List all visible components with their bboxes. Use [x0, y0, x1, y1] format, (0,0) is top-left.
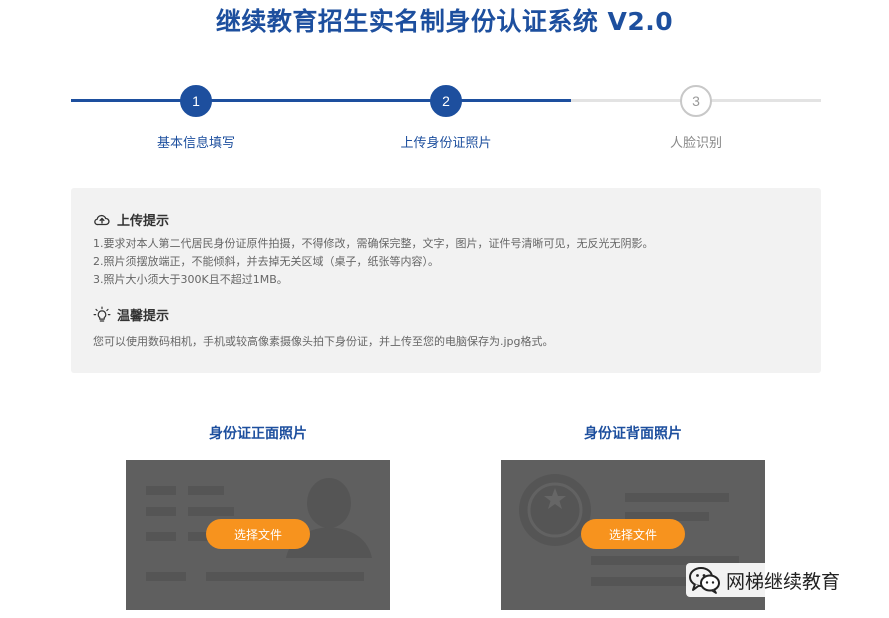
wechat-icon — [689, 567, 720, 594]
id-front-upload-card[interactable]: 选择文件 — [126, 460, 390, 610]
cloud-upload-icon — [94, 214, 110, 225]
step-1-label: 基本信息填写 — [156, 136, 235, 151]
warm-tips-header: 温馨提示 — [93, 305, 169, 324]
step-1-circle: 1 — [180, 85, 212, 117]
upload-tip-line: 3.照片大小须大于300K且不超过1MB。 — [93, 273, 288, 286]
upload-tip-line: 1.要求对本人第二代居民身份证原件拍摄，不得修改，需确保完整，文字，图片，证件号… — [93, 237, 654, 250]
tips-panel: 上传提示 1.要求对本人第二代居民身份证原件拍摄，不得修改，需确保完整，文字，图… — [71, 188, 821, 373]
watermark-text: 网梯继续教育 — [726, 570, 841, 593]
progress-line-completed — [71, 99, 571, 102]
warm-tips-list: 您可以使用数码相机，手机或较高像素摄像头拍下身份证，并上传至您的电脑保存为.jp… — [93, 333, 554, 351]
step-2-circle: 2 — [430, 85, 462, 117]
watermark: 网梯继续教育 — [686, 563, 845, 597]
upload-tips-list: 1.要求对本人第二代居民身份证原件拍摄，不得修改，需确保完整，文字，图片，证件号… — [93, 235, 654, 289]
lightbulb-icon — [93, 306, 111, 322]
page-title: 继续教育招生实名制身份认证系统 V2.0 — [215, 7, 674, 36]
id-back-title: 身份证背面照片 — [584, 426, 682, 442]
choose-file-front-button[interactable]: 选择文件 — [206, 519, 310, 549]
step-2-label: 上传身份证照片 — [400, 136, 492, 151]
warm-tips-title: 温馨提示 — [117, 309, 170, 324]
step-3-circle: 3 — [680, 85, 712, 117]
step-3-label: 人脸识别 — [669, 136, 722, 151]
choose-file-back-button[interactable]: 选择文件 — [581, 519, 685, 549]
upload-tips-header: 上传提示 — [93, 210, 169, 229]
upload-tip-line: 2.照片须摆放端正，不能倾斜，并去掉无关区域（桌子，纸张等内容）。 — [93, 255, 439, 268]
id-front-title: 身份证正面照片 — [209, 426, 307, 442]
warm-tip-line: 您可以使用数码相机，手机或较高像素摄像头拍下身份证，并上传至您的电脑保存为.jp… — [93, 335, 554, 348]
upload-tips-title: 上传提示 — [117, 214, 170, 229]
